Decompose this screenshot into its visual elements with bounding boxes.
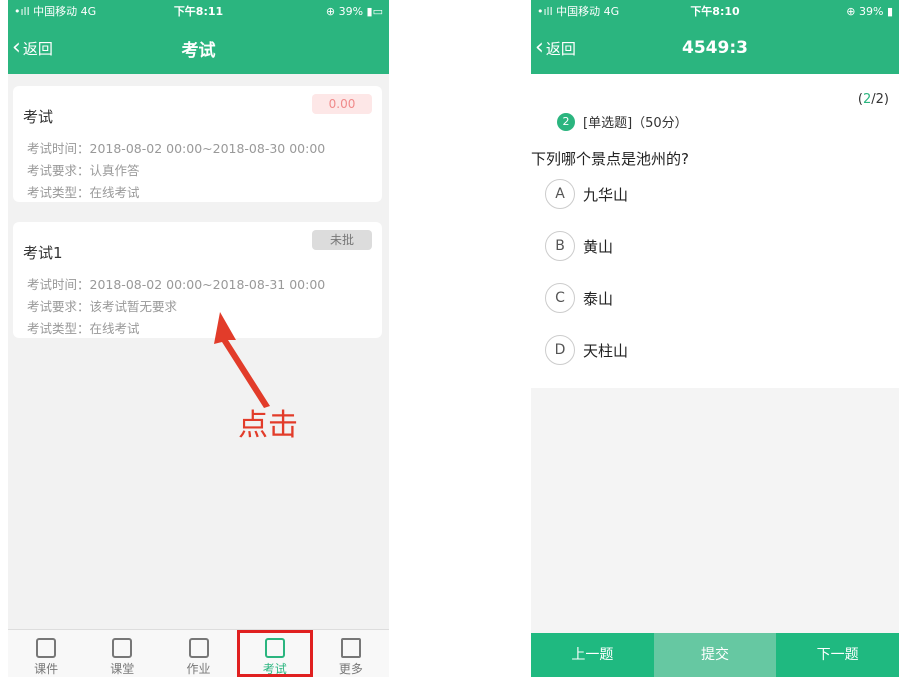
tab-exam[interactable]: 考试 xyxy=(236,630,313,677)
option-text: 九华山 xyxy=(583,185,629,204)
back-label: 返回 xyxy=(22,39,53,58)
exam-time: 考试时间：2018-08-02 00:00~2018-08-30 00:00 xyxy=(27,141,326,156)
tab-more[interactable]: 更多 xyxy=(313,630,389,677)
question-text: 下列哪个景点是池州的? xyxy=(531,150,689,168)
battery-indicator: ⊕ 39% ▮▭ xyxy=(325,4,383,18)
tab-bar: 课件 课堂 作业 考试 更多 xyxy=(8,629,389,677)
tab-classroom[interactable]: 课堂 xyxy=(84,630,160,677)
screen-icon xyxy=(112,638,133,658)
exam-title: 考试1 xyxy=(23,244,63,262)
exam-card[interactable]: 考试1 未批 考试时间：2018-08-02 00:00~2018-08-31 … xyxy=(13,222,382,338)
exam-question-screen: •ıll 中国移动 4G 下午8:10 ⊕ 39% ▮ ‹ 返回 4549:3 … xyxy=(531,0,899,677)
status-badge: 未批 xyxy=(312,230,372,250)
nav-bar: ‹ 返回 4549:3 xyxy=(531,22,899,74)
option-text: 天柱山 xyxy=(583,341,629,360)
question-actions: 上一题 提交 下一题 xyxy=(531,633,899,677)
exam-time: 考试时间：2018-08-02 00:00~2018-08-31 00:00 xyxy=(27,277,326,292)
tab-homework[interactable]: 作业 xyxy=(160,630,236,677)
exam-title: 考试 xyxy=(23,108,54,126)
option-letter: D xyxy=(545,335,575,365)
clock: 下午8:10 xyxy=(690,5,740,18)
page-title: 考试 xyxy=(181,40,216,61)
question-progress: (2/2) xyxy=(858,92,889,107)
option-letter: A xyxy=(545,179,575,209)
exam-type: 考试类型：在线考试 xyxy=(27,321,140,336)
back-label: 返回 xyxy=(545,39,576,58)
back-button[interactable]: ‹ 返回 xyxy=(12,37,53,59)
submit-button[interactable]: 提交 xyxy=(653,633,777,677)
question-header: 2 [单选题]（50分） xyxy=(557,112,688,131)
question-number-badge: 2 xyxy=(557,112,575,131)
exam-type: 考试类型：在线考试 xyxy=(27,185,140,200)
tab-label: 课堂 xyxy=(110,662,135,676)
annotation-text: 点击 xyxy=(238,408,298,443)
exam-card[interactable]: 考试 0.00 考试时间：2018-08-02 00:00~2018-08-30… xyxy=(13,86,382,202)
option-c[interactable]: C 泰山 xyxy=(545,283,613,313)
option-letter: C xyxy=(545,283,575,313)
option-letter: B xyxy=(545,231,575,261)
battery-indicator: ⊕ 39% ▮ xyxy=(846,4,893,18)
question-type: [单选题]（50分） xyxy=(583,116,688,131)
score-badge: 0.00 xyxy=(312,94,372,114)
back-button[interactable]: ‹ 返回 xyxy=(535,37,576,59)
status-bar: •ıll 中国移动 4G 下午8:11 ⊕ 39% ▮▭ xyxy=(8,0,389,22)
tab-label: 课件 xyxy=(34,662,59,676)
nav-bar: ‹ 返回 考试 xyxy=(8,22,389,74)
prev-question-button[interactable]: 上一题 xyxy=(531,633,654,677)
status-bar: •ıll 中国移动 4G 下午8:10 ⊕ 39% ▮ xyxy=(531,0,899,22)
exam-icon xyxy=(264,638,285,658)
option-d[interactable]: D 天柱山 xyxy=(545,335,628,365)
tab-label: 更多 xyxy=(338,662,363,676)
exam-requirement: 考试要求：该考试暂无要求 xyxy=(27,299,178,314)
progress-total: /2) xyxy=(871,92,889,107)
empty-area xyxy=(531,388,899,634)
option-b[interactable]: B 黄山 xyxy=(545,231,613,261)
option-a[interactable]: A 九华山 xyxy=(545,179,628,209)
next-question-button[interactable]: 下一题 xyxy=(776,633,899,677)
exam-list-screen: •ıll 中国移动 4G 下午8:11 ⊕ 39% ▮▭ ‹ 返回 考试 考试 … xyxy=(8,0,389,677)
edit-icon xyxy=(188,638,209,658)
annotation-arrow xyxy=(214,312,270,408)
chevron-left-icon: ‹ xyxy=(535,35,544,60)
option-text: 泰山 xyxy=(583,289,614,308)
grid-icon xyxy=(340,638,361,658)
tab-courseware[interactable]: 课件 xyxy=(8,630,84,677)
exam-timer: 4549:3 xyxy=(682,38,748,58)
document-icon xyxy=(36,638,57,658)
chevron-left-icon: ‹ xyxy=(12,35,21,60)
exam-requirement: 考试要求：认真作答 xyxy=(27,163,140,178)
tab-label: 作业 xyxy=(186,662,211,676)
option-text: 黄山 xyxy=(583,237,614,256)
tab-label: 考试 xyxy=(262,662,287,676)
